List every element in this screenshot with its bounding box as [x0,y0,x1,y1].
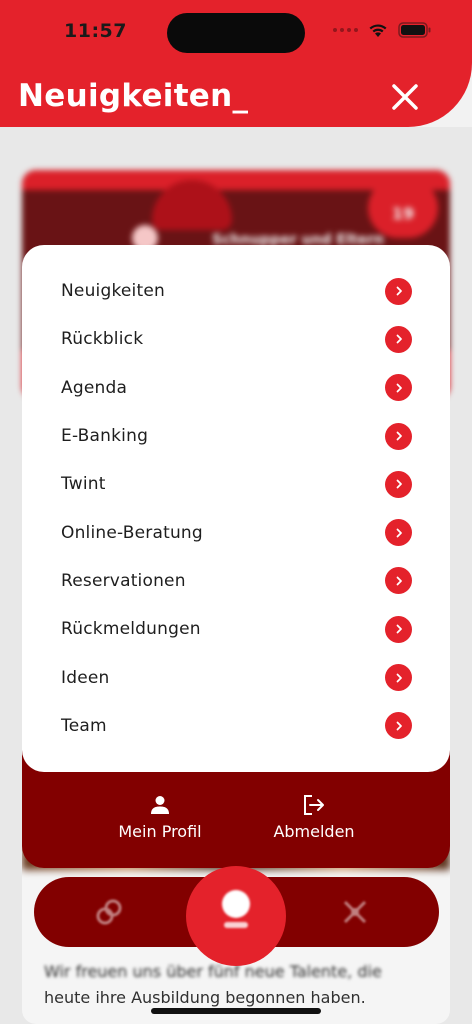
menu-item-twint[interactable]: Twint [22,460,450,508]
menu-item-team[interactable]: Team [22,702,450,750]
menu-item-rueckmeldungen[interactable]: Rückmeldungen [22,605,450,653]
wifi-icon [367,22,389,38]
chevron-right-icon[interactable] [385,422,412,450]
menu-item-label: E-Banking [61,426,149,447]
chevron-right-icon[interactable] [385,567,412,595]
chevron-right-icon[interactable] [385,615,412,643]
status-time: 11:57 [64,20,127,42]
dynamic-island [167,13,305,53]
profile-label: Mein Profil [118,822,202,841]
page-title: Neuigkeiten_ [18,78,249,114]
logout-icon [258,794,370,816]
battery-icon [398,22,432,38]
menu-item-ideen[interactable]: Ideen [22,653,450,701]
chevron-right-icon[interactable] [385,519,412,547]
chevron-right-icon[interactable] [385,325,412,353]
menu-item-label: Team [61,715,107,736]
home-indicator [151,1008,321,1014]
logout-button[interactable]: Abmelden [258,794,370,841]
profile-button[interactable]: Mein Profil [100,794,220,841]
signal-icon [333,28,358,32]
chevron-right-icon[interactable] [385,277,412,305]
tools-icon[interactable] [340,897,370,927]
menu-item-label: Rückmeldungen [61,619,201,640]
menu-item-neuigkeiten[interactable]: Neuigkeiten [22,267,450,315]
status-icons [333,22,432,38]
menu-item-e-banking[interactable]: E-Banking [22,412,450,460]
menu-item-label: Agenda [61,377,128,398]
person-icon [100,794,220,816]
center-tab-button[interactable] [186,866,286,966]
logout-label: Abmelden [273,822,355,841]
menu-item-label: Reservationen [61,570,186,591]
header-bar: 11:57 Neuigkeiten_ [0,0,472,127]
menu-item-reservationen[interactable]: Reservationen [22,557,450,605]
menu-item-online-beratung[interactable]: Online-Beratung [22,508,450,556]
link-icon[interactable] [94,897,124,927]
chevron-right-icon[interactable] [385,664,412,692]
menu-item-label: Online-Beratung [61,522,203,543]
navigation-menu: Neuigkeiten Rückblick Agenda E-Banking T… [22,245,450,772]
coin-icon [222,890,250,918]
menu-item-label: Rückblick [61,329,144,350]
menu-item-agenda[interactable]: Agenda [22,364,450,412]
chevron-right-icon[interactable] [385,374,412,402]
chevron-right-icon[interactable] [385,470,412,498]
menu-item-label: Twint [61,474,106,495]
menu-item-label: Neuigkeiten [61,281,165,302]
close-icon[interactable] [390,82,420,112]
chevron-right-icon[interactable] [385,712,412,740]
menu-item-label: Ideen [61,667,110,688]
menu-item-rueckblick[interactable]: Rückblick [22,315,450,363]
